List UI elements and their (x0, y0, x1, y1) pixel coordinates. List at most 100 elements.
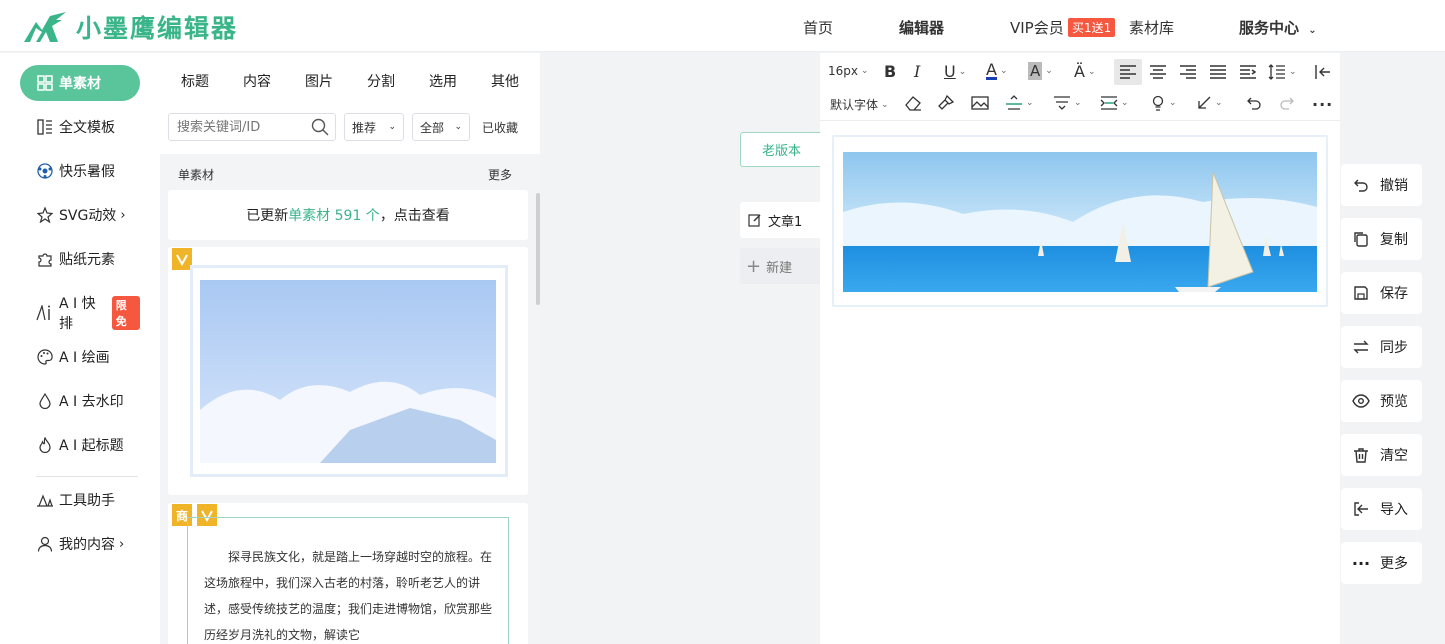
nav-service-label: 服务中心 (1239, 19, 1300, 37)
search-icon[interactable] (311, 118, 329, 136)
font-color-button[interactable]: A ⌄ (986, 62, 1008, 80)
material-tabs: 标题 内容 图片 分割 选用 其他 (160, 53, 540, 109)
sailboat-image[interactable] (843, 152, 1317, 292)
sort-dropdown[interactable]: 推荐 ⌄ (344, 113, 404, 141)
bold-icon: B (884, 62, 897, 81)
nav-home[interactable]: 首页 (803, 17, 833, 38)
underline-button[interactable]: U ⌄ (944, 62, 966, 81)
spacing-after-button[interactable]: ⌄ (1053, 95, 1082, 111)
palette-icon (36, 348, 54, 366)
ai-icon (36, 304, 54, 322)
paragraph-spacing-icon (1006, 95, 1022, 110)
document-tab-label: 文章1 (768, 214, 803, 230)
old-version-button[interactable]: 老版本 (740, 132, 822, 167)
insert-image-button[interactable] (971, 95, 989, 111)
nav-service[interactable]: 服务中心 ⌄ (1239, 17, 1317, 38)
sidebar-item-label: SVG动效 (59, 208, 117, 224)
tab-other[interactable]: 其他 (491, 71, 519, 91)
export-left-button[interactable] (1314, 64, 1332, 80)
italic-button[interactable]: I (914, 62, 920, 81)
sidebar-item-full-template[interactable]: 全文模板 (20, 109, 140, 145)
nav-vip[interactable]: VIP会员 (1010, 17, 1064, 38)
undo-button[interactable] (1246, 95, 1262, 111)
collected-link[interactable]: 已收藏 (482, 119, 518, 136)
sidebar-item-summer[interactable]: 快乐暑假 (20, 153, 140, 189)
eye-icon (1351, 391, 1371, 411)
undo-icon (1247, 97, 1261, 110)
sidebar-item-stickers[interactable]: 贴纸元素 (20, 241, 140, 277)
tab-title[interactable]: 标题 (181, 71, 209, 91)
undo-action[interactable]: 撤销 (1341, 164, 1422, 206)
sidebar-item-ai-watermark[interactable]: A I 去水印 (20, 383, 140, 419)
sync-action[interactable]: 同步 (1341, 326, 1422, 368)
indent-icon (1240, 65, 1257, 79)
align-left-button[interactable] (1114, 59, 1142, 85)
save-icon (1351, 283, 1371, 303)
align-right-button[interactable] (1179, 65, 1197, 79)
eraser-button[interactable] (904, 95, 922, 111)
indent-button[interactable] (1239, 65, 1257, 79)
justify-button[interactable] (1209, 65, 1227, 79)
more-tools-button[interactable]: ··· (1312, 95, 1333, 114)
idea-button[interactable]: ⌄ (1150, 95, 1177, 111)
panel-scrollbar[interactable] (536, 193, 540, 305)
arrow-button[interactable]: ⌄ (1196, 95, 1223, 111)
bold-button[interactable]: B (884, 62, 896, 81)
tab-image[interactable]: 图片 (305, 71, 333, 91)
search-input[interactable] (169, 114, 309, 140)
align-center-button[interactable] (1149, 65, 1167, 79)
sidebar-item-label: 工具助手 (59, 493, 115, 509)
import-action[interactable]: 导入 (1341, 488, 1422, 530)
sidebar-item-ai-layout[interactable]: A I 快排 限免 (20, 295, 140, 332)
nav-editor[interactable]: 编辑器 (899, 17, 944, 38)
font-family-select[interactable]: 默认字体 ⌄ (830, 96, 889, 113)
chevron-down-icon: ⌄ (1308, 25, 1317, 36)
sidebar-item-ai-paint[interactable]: A I 绘画 (20, 339, 140, 375)
copy-action[interactable]: 复制 (1341, 218, 1422, 260)
redo-button[interactable] (1279, 95, 1295, 111)
trash-icon (1351, 445, 1371, 465)
tools-icon (36, 491, 54, 509)
clear-action-label: 清空 (1380, 448, 1408, 464)
copy-action-label: 复制 (1380, 232, 1408, 248)
sidebar-item-label: 单素材 (59, 76, 101, 92)
image-frame (190, 265, 508, 477)
new-document-button[interactable]: + 新建 (740, 248, 820, 284)
editor-canvas[interactable]: 16px ⌄ B I U ⌄ A ⌄ A ⌄ Ä ⌄ ⌄ 默认字体 ⌄ ⌄ ⌄ ⌄ ⌄ ⌄ … (820, 53, 1340, 644)
sidebar-item-my-content[interactable]: 我的内容 › (20, 526, 140, 562)
logo[interactable]: 小墨鹰编辑器 (22, 9, 238, 45)
more-link[interactable]: 更多 (488, 166, 512, 183)
update-notice[interactable]: 已更新 单素材 591 个 ，点击查看 (168, 190, 528, 240)
preview-action[interactable]: 预览 (1341, 380, 1422, 422)
clear-action[interactable]: 清空 (1341, 434, 1422, 476)
text-card-paragraph: 探寻民族文化，就是踏上一场穿越时空的旅程。在这场旅程中，我们深入古老的村落，聆听… (204, 550, 493, 642)
sidebar-item-label: 贴纸元素 (59, 252, 115, 268)
preview-action-label: 预览 (1380, 394, 1408, 410)
more-action[interactable]: ··· 更多 (1341, 542, 1422, 584)
sidebar-item-ai-title[interactable]: A I 起标题 (20, 427, 140, 463)
spacing-before-button[interactable]: ⌄ (1005, 95, 1034, 111)
undo-action-label: 撤销 (1380, 178, 1408, 194)
scope-dropdown[interactable]: 全部 ⌄ (412, 113, 470, 141)
tab-content[interactable]: 内容 (243, 71, 271, 91)
line-height-button[interactable]: ⌄ (1268, 64, 1297, 80)
sync-icon (1351, 337, 1371, 357)
font-size-select[interactable]: 16px ⌄ (828, 64, 869, 78)
document-tab[interactable]: 文章1 (740, 202, 820, 238)
nav-library[interactable]: 素材库 (1129, 17, 1174, 38)
sidebar-item-label: A I 绘画 (59, 350, 110, 366)
format-painter-button[interactable] (937, 95, 955, 111)
sidebar-item-svg[interactable]: SVG动效 › (20, 197, 140, 233)
text-effect-button[interactable]: Ä ⌄ (1074, 62, 1096, 81)
sidebar-item-single-material[interactable]: 单素材 (20, 65, 140, 101)
margin-icon (1100, 96, 1118, 110)
save-action[interactable]: 保存 (1341, 272, 1422, 314)
material-card-image[interactable] (168, 247, 528, 495)
eraser-icon (905, 96, 921, 111)
sidebar-item-tools[interactable]: 工具助手 (20, 482, 140, 518)
margin-button[interactable]: ⌄ (1100, 95, 1129, 111)
tab-selected[interactable]: 选用 (429, 71, 457, 91)
sidebar-item-label: 我的内容 (59, 537, 115, 553)
tab-divider[interactable]: 分割 (367, 71, 395, 91)
highlight-button[interactable]: A ⌄ (1028, 62, 1053, 80)
